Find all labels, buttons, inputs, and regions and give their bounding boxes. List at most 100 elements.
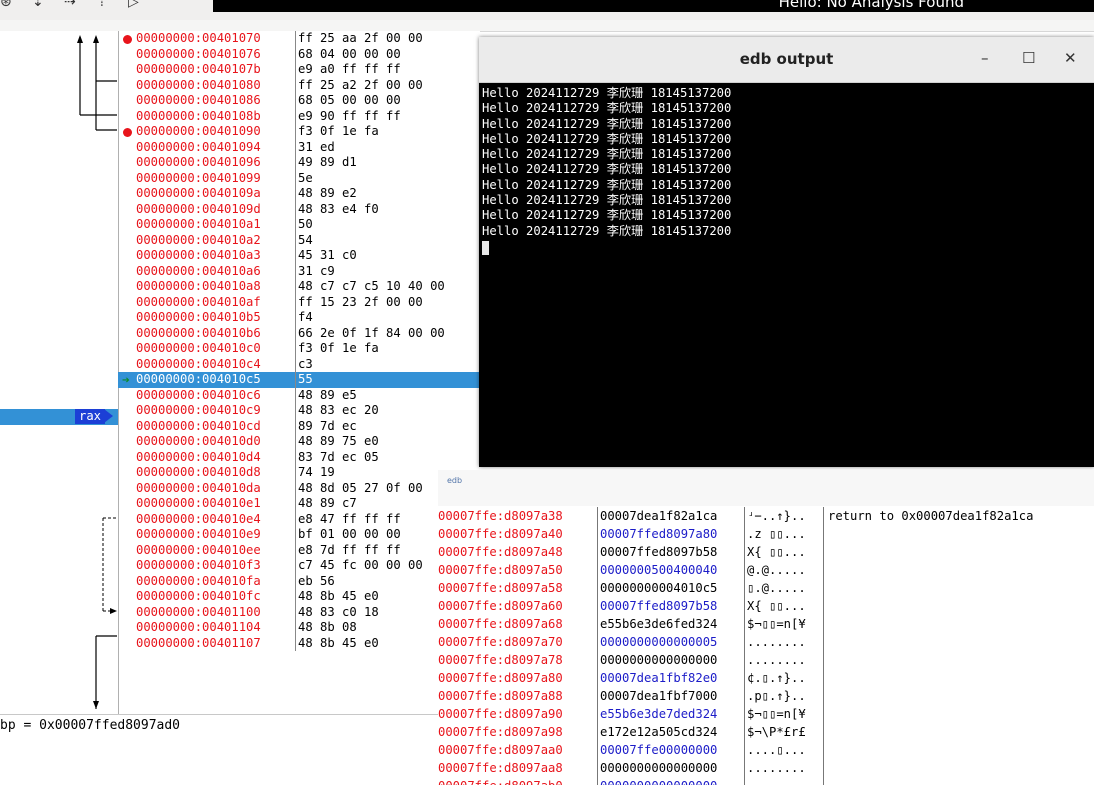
minimize-icon[interactable]: – bbox=[981, 49, 989, 67]
disasm-row[interactable]: 00000000:00401100 48 83 c0 18 bbox=[118, 604, 480, 620]
disasm-row[interactable]: 00000000:0040108b e9 90 ff ff ff bbox=[118, 108, 480, 124]
disasm-row[interactable]: 00000000:004010e9 bf 01 00 00 00 bbox=[118, 527, 480, 543]
column-divider bbox=[295, 511, 296, 527]
output-window-titlebar[interactable]: edb output – ☐ ✕ bbox=[479, 37, 1094, 83]
stack-row[interactable]: 00007ffe:d8097a38 00007dea1f82a1ca ʴ−..↑}.… bbox=[438, 507, 1094, 525]
stack-row[interactable]: 00007ffe:d8097a68 e55b6e3de6fed324 $¬▯▯=n[… bbox=[438, 615, 1094, 633]
stack-ascii: ........ bbox=[747, 761, 806, 775]
stack-row[interactable]: 00007ffe:d8097aa0 00007ffe00000000 ....▯..… bbox=[438, 741, 1094, 759]
disasm-row[interactable]: 00000000:004010e4 e8 47 ff ff ff bbox=[118, 511, 480, 527]
output-line: Hello 2024112729 李欣珊 18145137200 bbox=[482, 177, 732, 192]
breakpoint-icon[interactable] bbox=[123, 128, 132, 137]
disasm-row[interactable]: 00000000:00401080 ff 25 a2 2f 00 00 bbox=[118, 77, 480, 93]
disasm-row[interactable]: 00000000:004010cd 89 7d ec bbox=[118, 418, 480, 434]
step-into-icon[interactable]: ⇣ bbox=[32, 0, 54, 10]
disasm-row[interactable]: 00000000:004010a1 50 bbox=[118, 217, 480, 233]
disasm-row-current[interactable]: ➔ 00000000:004010c5 55 bbox=[118, 372, 480, 388]
output-console[interactable]: Hello 2024112729 李欣珊 18145137200 Hello 20… bbox=[482, 86, 1090, 258]
column-divider bbox=[295, 46, 296, 62]
disasm-row[interactable]: 00000000:004010c0 f3 0f 1e fa bbox=[118, 341, 480, 357]
instruction-address: 00000000:004010da bbox=[136, 480, 261, 495]
disasm-row[interactable]: 00000000:00401096 49 89 d1 bbox=[118, 155, 480, 171]
disasm-row[interactable]: 00000000:004010fa eb 56 bbox=[118, 573, 480, 589]
disasm-row[interactable]: 00000000:004010a8 48 c7 c7 c5 10 40 00 bbox=[118, 279, 480, 295]
column-divider bbox=[597, 543, 598, 561]
disasm-row[interactable]: 00000000:00401104 48 8b 08 bbox=[118, 620, 480, 636]
disasm-row[interactable]: 00000000:004010a6 31 c9 bbox=[118, 263, 480, 279]
stack-ascii: ....▯... bbox=[747, 743, 806, 757]
disasm-row[interactable]: 00000000:00401086 68 05 00 00 00 bbox=[118, 93, 480, 109]
stack-row[interactable]: 00007ffe:d8097a58 00000000004010c5 ▯.@....… bbox=[438, 579, 1094, 597]
stack-row[interactable]: 00007ffe:d8097a60 00007ffed8097b58 X{ ▯▯..… bbox=[438, 597, 1094, 615]
back-icon[interactable]: ⊛ bbox=[0, 0, 22, 10]
instruction-address: 00000000:00401090 bbox=[136, 124, 261, 138]
stack-row[interactable]: 00007ffe:d8097a70 0000000000000005.......… bbox=[438, 633, 1094, 651]
stack-row[interactable]: 00007ffe:d8097a88 00007dea1fbf7000 .p▯.↑}.… bbox=[438, 687, 1094, 705]
disasm-row[interactable]: 00000000:004010d4 83 7d ec 05 bbox=[118, 449, 480, 465]
column-divider bbox=[823, 651, 824, 669]
disasm-row[interactable]: 00000000:0040109d 48 83 e4 f0 bbox=[118, 201, 480, 217]
disasm-row[interactable]: 00000000:004010d0 48 89 75 e0 bbox=[118, 434, 480, 450]
column-divider bbox=[597, 651, 598, 669]
close-icon[interactable]: ✕ bbox=[1064, 49, 1077, 67]
stack-address: 00007ffe:d8097a48 bbox=[438, 545, 563, 559]
disasm-row[interactable]: 00000000:004010a3 45 31 c0 bbox=[118, 248, 480, 264]
disasm-row[interactable]: 00000000:004010c9 48 83 ec 20 bbox=[118, 403, 480, 419]
stack-panel[interactable]: 00007ffe:d8097a38 00007dea1f82a1ca ʴ−..↑}.… bbox=[438, 507, 1094, 785]
stack-row[interactable]: 00007ffe:d8097ab0 0000000000000000.......… bbox=[438, 777, 1094, 785]
toolbar: ⊛ ⇣ ⇢ ⇡ ▷ Hello: No Analysis Found bbox=[0, 0, 1094, 20]
disasm-row[interactable]: 00000000:004010e1 48 89 c7 bbox=[118, 496, 480, 512]
disasm-row[interactable]: 00000000:004010b5 f4 bbox=[118, 310, 480, 326]
instruction-address: 00000000:00401100 bbox=[136, 604, 261, 619]
column-divider bbox=[823, 615, 824, 633]
stack-row[interactable]: 00007ffe:d8097a78 0000000000000000.......… bbox=[438, 651, 1094, 669]
disasm-row[interactable]: 00000000:004010d8 74 19 bbox=[118, 465, 480, 481]
disasm-row[interactable]: 00000000:004010c6 48 89 e5 bbox=[118, 387, 480, 403]
disasm-row[interactable]: 00000000:00401070 ff 25 aa 2f 00 00 bbox=[118, 31, 480, 47]
disassembly-panel[interactable]: rax 00000000:00401070 ff 25 aa 2f 00 00 00… bbox=[0, 31, 480, 714]
text-cursor bbox=[482, 240, 489, 255]
instruction-address: 00000000:004010c6 bbox=[136, 387, 261, 402]
disasm-row[interactable]: 00000000:00401094 31 ed bbox=[118, 139, 480, 155]
edb-output-window[interactable]: edb output – ☐ ✕ Hello 2024112729 李欣珊 18… bbox=[479, 37, 1094, 467]
breakpoint-icon[interactable] bbox=[123, 35, 132, 44]
column-divider bbox=[823, 741, 824, 759]
stack-row[interactable]: 00007ffe:d8097a48 00007ffed8097b58 X{ ▯▯..… bbox=[438, 543, 1094, 561]
disasm-row[interactable]: 00000000:004010fc 48 8b 45 e0 bbox=[118, 589, 480, 605]
stack-ascii: $¬\P*£r£ bbox=[747, 725, 806, 739]
instruction-address: 00000000:004010ee bbox=[136, 542, 261, 557]
column-divider bbox=[597, 741, 598, 759]
disasm-row[interactable]: 00000000:004010c4 c3 bbox=[118, 356, 480, 372]
stack-ascii: ¢.▯.↑}.. bbox=[747, 671, 806, 685]
step-out-icon[interactable]: ⇡ bbox=[96, 0, 118, 10]
maximize-icon[interactable]: ☐ bbox=[1022, 49, 1035, 67]
disasm-row[interactable]: 00000000:004010b6 66 2e 0f 1f 84 00 00 bbox=[118, 325, 480, 341]
instruction-address: 00000000:004010c9 bbox=[136, 403, 261, 417]
disasm-row[interactable]: 00000000:00401076 68 04 00 00 00 bbox=[118, 46, 480, 62]
stack-value: 00007ffed8097b58 bbox=[600, 599, 718, 613]
disasm-row[interactable]: 00000000:004010af ff 15 23 2f 00 00 bbox=[118, 294, 480, 310]
column-divider bbox=[295, 542, 296, 558]
stack-row[interactable]: 00007ffe:d8097a90 e55b6e3de7ded324 $¬▯▯=n[… bbox=[438, 705, 1094, 723]
rax-register-tag: rax bbox=[75, 409, 106, 424]
disasm-row[interactable]: 00000000:004010ee e8 7d ff ff ff bbox=[118, 542, 480, 558]
stack-row[interactable]: 00007ffe:d8097a80 00007dea1fbf82e0 ¢.▯.↑}.… bbox=[438, 669, 1094, 687]
disasm-row[interactable]: 00000000:00401090 f3 0f 1e fa bbox=[118, 124, 480, 140]
disasm-row[interactable]: 00000000:00401107 48 8b 45 e0 bbox=[118, 635, 480, 651]
instruction-bytes: 48 83 e4 f0 bbox=[298, 201, 379, 216]
disasm-row[interactable]: 00000000:004010da 48 8d 05 27 0f 00 bbox=[118, 480, 480, 496]
step-over-icon[interactable]: ⇢ bbox=[64, 0, 86, 10]
stack-row[interactable]: 00007ffe:d8097a98 e172e12a505cd324 $¬\P*£r… bbox=[438, 723, 1094, 741]
disasm-row[interactable]: 00000000:0040109a 48 89 e2 bbox=[118, 186, 480, 202]
column-divider bbox=[295, 170, 296, 186]
disasm-row[interactable]: 00000000:0040107b e9 a0 ff ff ff bbox=[118, 62, 480, 78]
stack-row[interactable]: 00007ffe:d8097aa8 0000000000000000.......… bbox=[438, 759, 1094, 777]
stack-row[interactable]: 00007ffe:d8097a50 0000000500400040 @.@....… bbox=[438, 561, 1094, 579]
column-divider bbox=[295, 589, 296, 605]
stack-row[interactable]: 00007ffe:d8097a40 00007ffed8097a80 .z ▯▯..… bbox=[438, 525, 1094, 543]
run-icon[interactable]: ▷ bbox=[128, 0, 150, 10]
disasm-row[interactable]: 00000000:00401099 5e bbox=[118, 170, 480, 186]
disasm-row[interactable]: 00000000:004010a2 54 bbox=[118, 232, 480, 248]
instruction-bytes: eb 56 bbox=[298, 573, 335, 588]
disasm-row[interactable]: 00000000:004010f3 c7 45 fc 00 00 00 bbox=[118, 558, 480, 574]
